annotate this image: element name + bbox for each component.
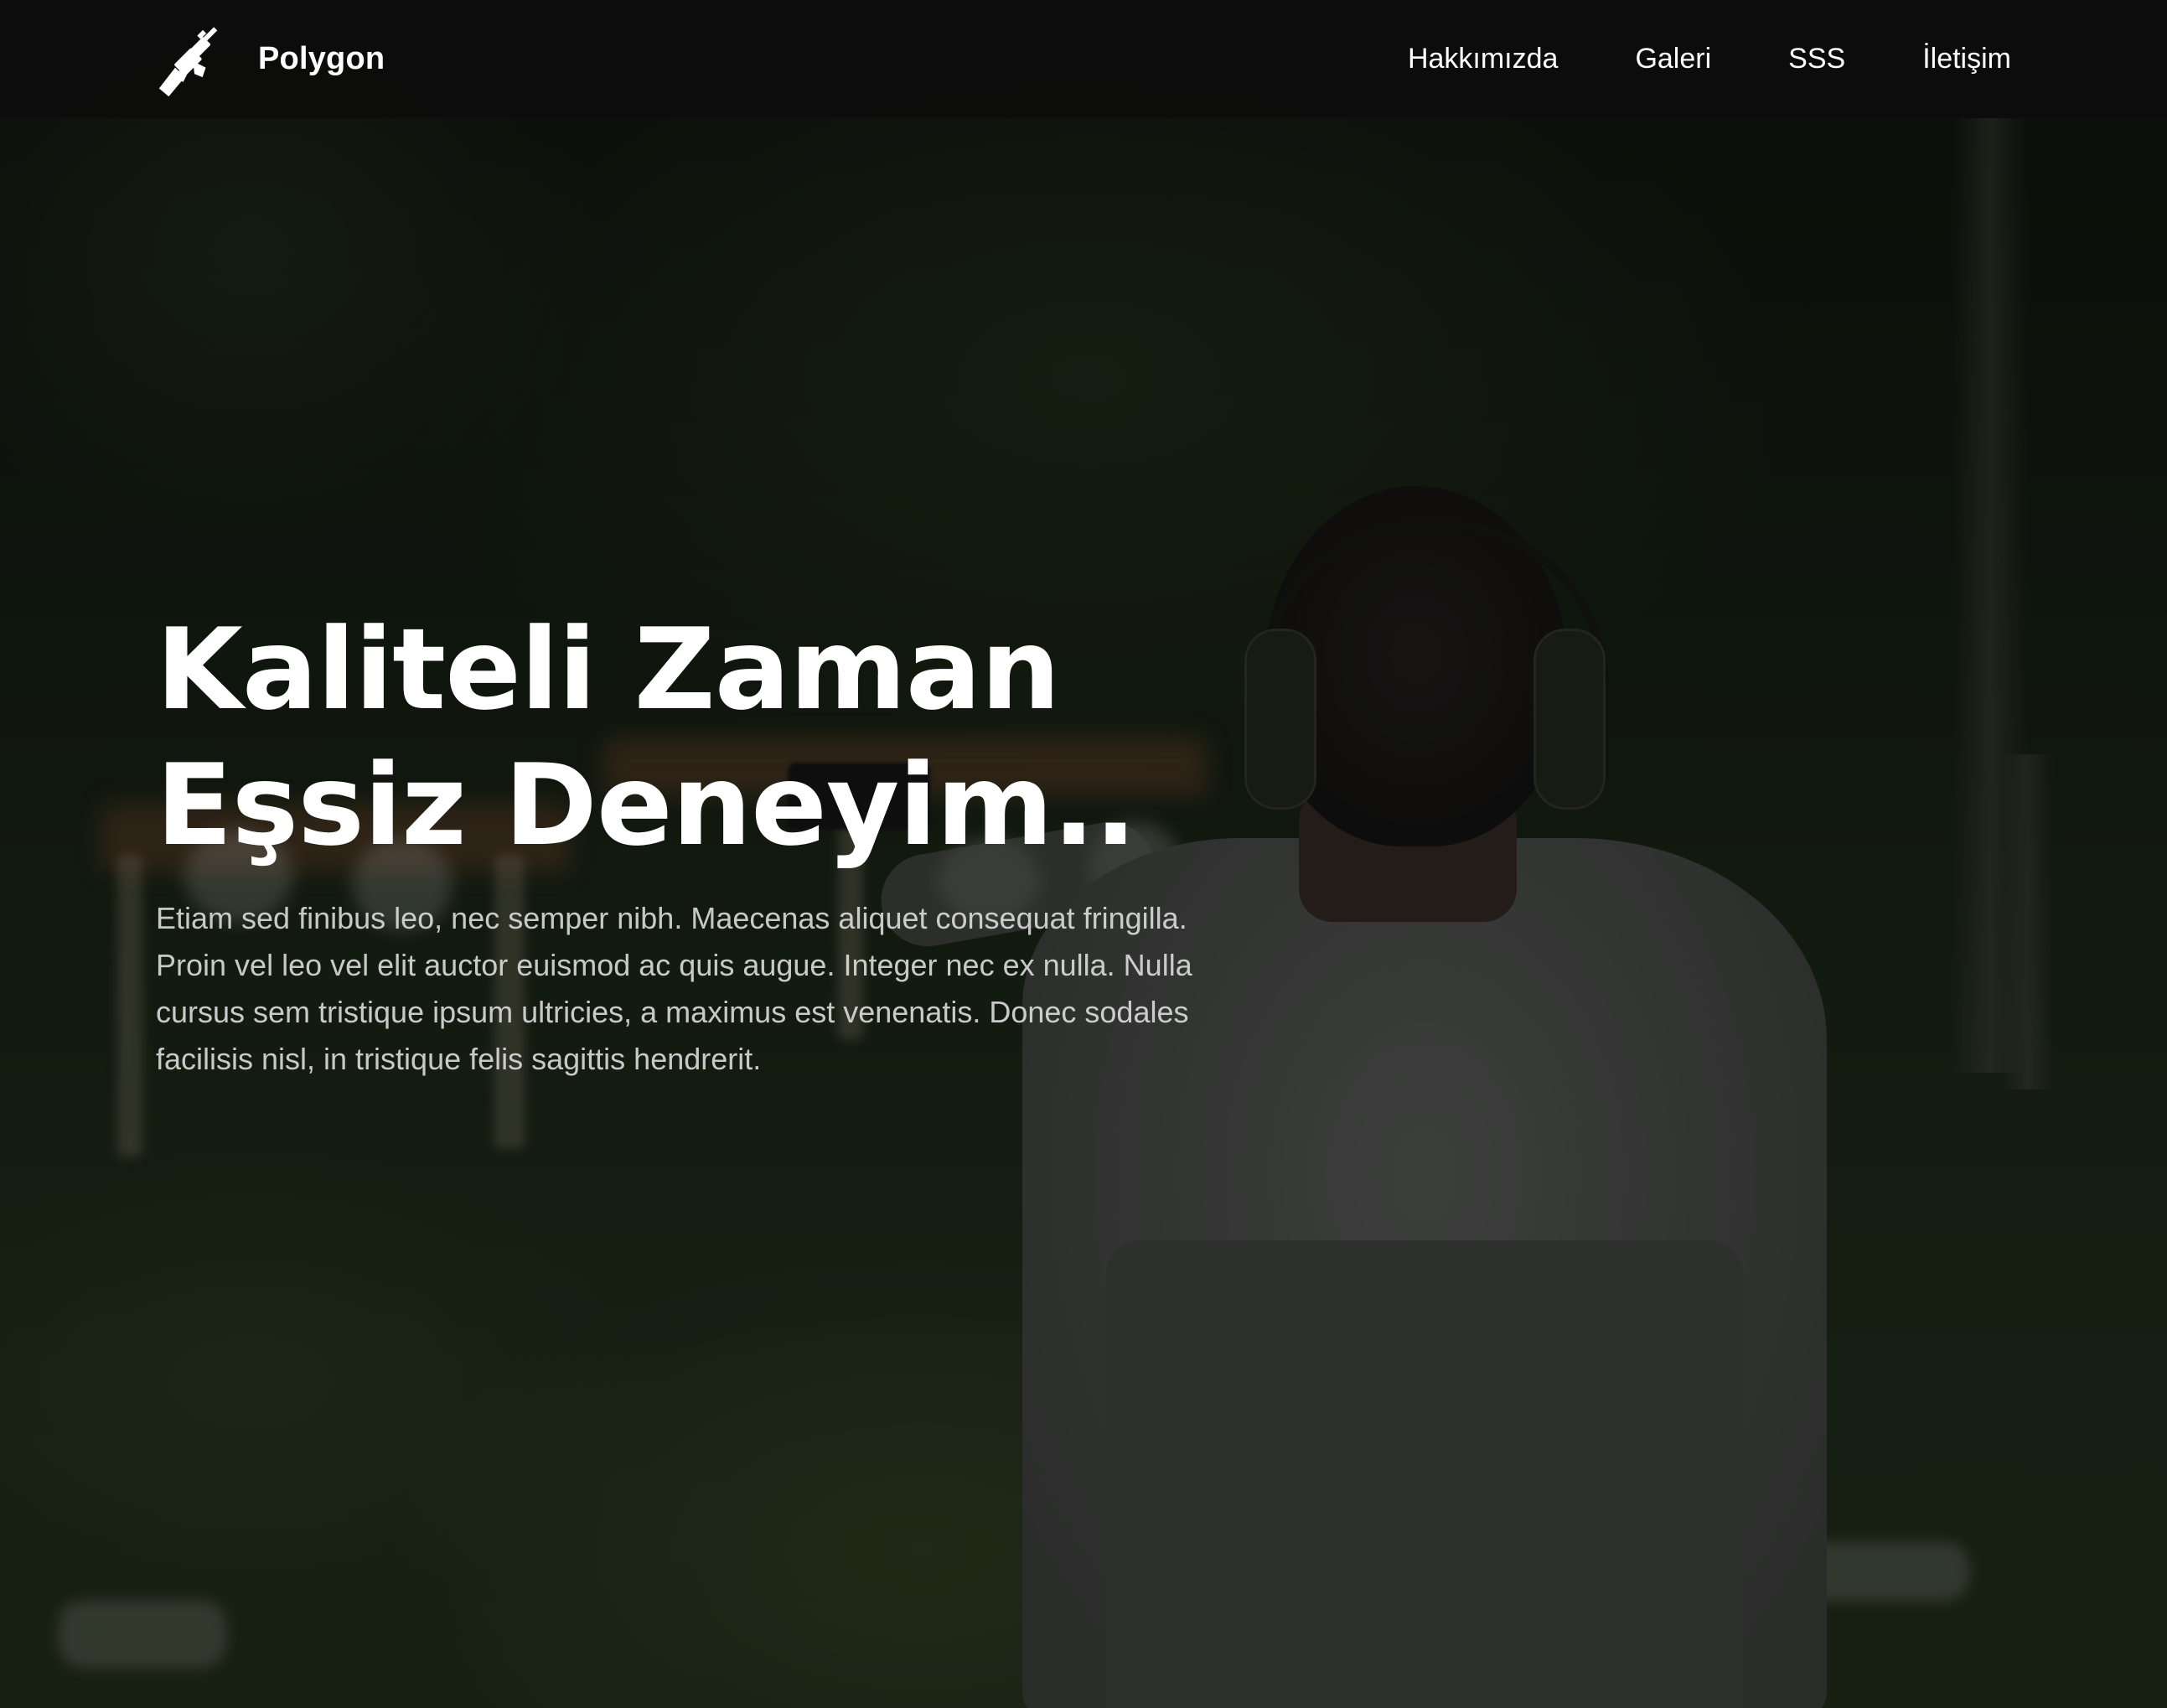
nav-link-iletisim[interactable]: İletişim xyxy=(1922,43,2011,75)
hero-description: Etiam sed finibus leo, nec semper nibh. … xyxy=(156,901,1192,1076)
landing-page: Polygon Hakkımızda Galeri SSS İletişim K… xyxy=(0,0,2167,1708)
hero-title-line-2: Eşsiz Deneyim.. xyxy=(156,740,1137,871)
hero-title-line-1: Kaliteli Zaman xyxy=(156,604,1061,735)
nav-link-galeri[interactable]: Galeri xyxy=(1635,43,1711,75)
nav-item: SSS xyxy=(1788,43,1845,75)
rifle-icon xyxy=(158,26,218,96)
brand-name: Polygon xyxy=(258,41,385,76)
nav-link-sss[interactable]: SSS xyxy=(1788,43,1845,75)
hero-section: Kaliteli Zaman Eşsiz Deneyim.. Etiam sed… xyxy=(156,602,1329,1083)
nav-link-hakkimizda[interactable]: Hakkımızda xyxy=(1408,43,1559,75)
nav-item: Hakkımızda xyxy=(1408,43,1559,75)
nav-item: İletişim xyxy=(1922,43,2011,75)
hero-title: Kaliteli Zaman Eşsiz Deneyim.. xyxy=(156,602,1329,873)
nav-item: Galeri xyxy=(1635,43,1711,75)
navbar: Polygon Hakkımızda Galeri SSS İletişim xyxy=(0,0,2167,118)
brand-link[interactable]: Polygon xyxy=(156,19,385,100)
nav-menu: Hakkımızda Galeri SSS İletişim xyxy=(1408,43,2011,75)
